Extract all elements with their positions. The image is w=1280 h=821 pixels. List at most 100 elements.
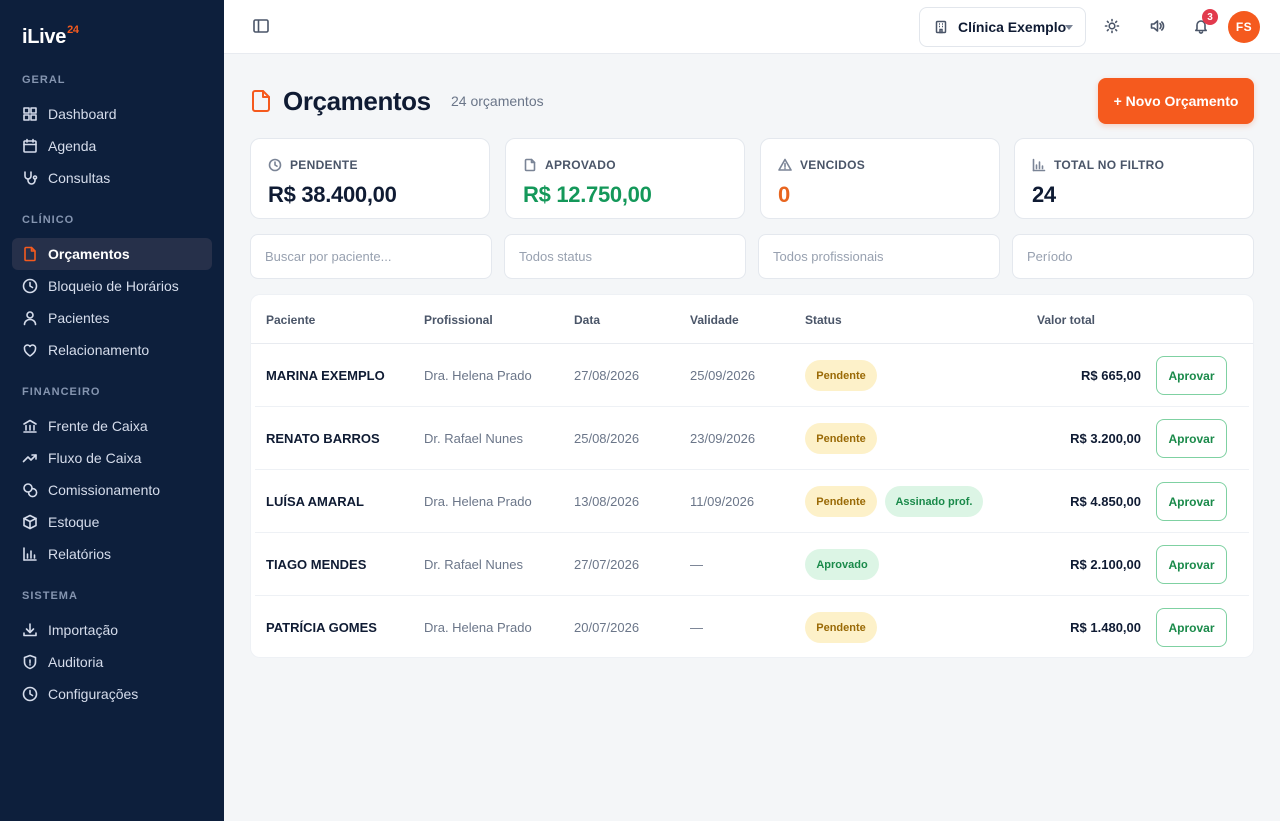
search-input[interactable] [265, 249, 491, 264]
bar-chart-icon [1032, 158, 1046, 172]
file-icon [22, 246, 38, 262]
validity: — [690, 620, 703, 635]
sidebar-item-label: Bloqueio de Horários [48, 278, 179, 294]
box-icon [22, 514, 38, 530]
stat-label: PENDENTE [290, 158, 358, 172]
stat-card-pendente: PENDENTE R$ 38.400,00 [250, 138, 490, 219]
professional-filter-value: Todos profissionais [773, 249, 884, 264]
table-row[interactable]: MARINA EXEMPLO Dra. Helena Prado 27/08/2… [251, 344, 1253, 407]
sidebar-item-label: Orçamentos [48, 246, 130, 262]
stat-value: R$ 12.750,00 [523, 182, 652, 207]
stat-card-aprovado: APROVADO R$ 12.750,00 [505, 138, 745, 219]
sidebar-item-dashboard[interactable]: Dashboard [12, 98, 212, 130]
building-icon [934, 20, 948, 34]
column-header-status[interactable]: Status [805, 313, 842, 327]
sidebar-item-auditoria[interactable]: Auditoria [12, 646, 212, 678]
signed-badge: Assinado prof. [885, 486, 983, 517]
status-badge: Aprovado [805, 549, 879, 580]
table-row[interactable]: PATRÍCIA GOMES Dra. Helena Prado 20/07/2… [251, 596, 1253, 657]
date: 27/08/2026 [574, 368, 640, 383]
sidebar-item-label: Relacionamento [48, 342, 150, 358]
patient-name: TIAGO MENDES [266, 557, 367, 572]
sidebar-item-agenda[interactable]: Agenda [12, 130, 212, 162]
theme-toggle-sun-icon[interactable] [1104, 18, 1122, 36]
professional-name: Dr. Rafael Nunes [424, 557, 523, 572]
section-title-financeiro: FINANCEIRO [22, 386, 101, 398]
sidebar-item-label: Relatórios [48, 546, 112, 562]
approve-button[interactable]: Aprovar [1156, 608, 1227, 647]
sidebar-item-estoque[interactable]: Estoque [12, 506, 212, 538]
sidebar-item-label: Frente de Caixa [48, 418, 148, 434]
avatar[interactable]: FS [1228, 11, 1260, 43]
column-header-validade[interactable]: Validade [690, 313, 739, 327]
sidebar-toggle-icon[interactable] [252, 17, 270, 35]
chart-icon [22, 546, 38, 562]
sidebar-item-importacao[interactable]: Importação [12, 614, 212, 646]
sidebar-item-frente-de-caixa[interactable]: Frente de Caixa [12, 410, 212, 442]
sidebar-item-consultas[interactable]: Consultas [12, 162, 212, 194]
chevron-down-icon [1065, 25, 1073, 30]
sidebar-item-configuracoes[interactable]: Configurações [12, 678, 212, 710]
sidebar-item-fluxo-de-caixa[interactable]: Fluxo de Caixa [12, 442, 212, 474]
stat-card-vencidos: VENCIDOS 0 [760, 138, 1000, 219]
period-filter-select[interactable]: Período [1012, 234, 1254, 279]
column-header-paciente[interactable]: Paciente [266, 313, 315, 327]
stat-label: APROVADO [545, 158, 616, 172]
approve-button[interactable]: Aprovar [1156, 419, 1227, 458]
bank-icon [22, 418, 38, 434]
date: 20/07/2026 [574, 620, 640, 635]
approve-button[interactable]: Aprovar [1156, 356, 1227, 395]
heart-icon [22, 342, 38, 358]
clinic-select[interactable]: Clínica Exemplo [919, 7, 1086, 47]
stat-label-row: TOTAL NO FILTRO [1032, 158, 1164, 172]
table-row[interactable]: TIAGO MENDES Dr. Rafael Nunes 27/07/2026… [251, 533, 1253, 596]
professional-name: Dra. Helena Prado [424, 620, 532, 635]
speaker-icon[interactable] [1149, 18, 1167, 36]
new-budget-button[interactable]: + Novo Orçamento [1098, 78, 1254, 124]
approve-button[interactable]: Aprovar [1156, 482, 1227, 521]
sidebar-item-label: Comissionamento [48, 482, 161, 498]
sidebar-item-label: Estoque [48, 514, 100, 530]
table-row[interactable]: LUÍSA AMARAL Dra. Helena Prado 13/08/202… [251, 470, 1253, 533]
professional-name: Dra. Helena Prado [424, 368, 532, 383]
sidebar-item-label: Importação [48, 622, 119, 638]
warning-icon [778, 158, 792, 171]
column-header-data[interactable]: Data [574, 313, 600, 327]
search-field[interactable] [250, 234, 492, 279]
approve-button[interactable]: Aprovar [1156, 545, 1227, 584]
status-filter-select[interactable]: Todos status [504, 234, 746, 279]
sidebar-item-pacientes[interactable]: Pacientes [12, 302, 212, 334]
sidebar-item-comissionamento[interactable]: Comissionamento [12, 474, 212, 506]
stat-label: VENCIDOS [800, 158, 866, 172]
section-title-geral: GERAL [22, 74, 66, 86]
dashboard-icon [22, 106, 38, 122]
stethoscope-icon [22, 170, 38, 186]
app-logo[interactable]: iLive24 [22, 24, 79, 49]
page-title: Orçamentos [283, 86, 431, 116]
stat-label-row: VENCIDOS [778, 158, 865, 172]
stat-label: TOTAL NO FILTRO [1054, 158, 1165, 172]
column-header-profissional[interactable]: Profissional [424, 313, 493, 327]
user-icon [22, 310, 38, 326]
sidebar-item-label: Auditoria [48, 654, 104, 670]
professional-filter-select[interactable]: Todos profissionais [758, 234, 1000, 279]
sidebar-item-orcamentos[interactable]: Orçamentos [12, 238, 212, 270]
sidebar-item-relacionamento[interactable]: Relacionamento [12, 334, 212, 366]
clock-icon [22, 686, 38, 702]
stat-label-row: APROVADO [523, 158, 616, 172]
column-header-valor-total[interactable]: Valor total [1037, 313, 1095, 327]
validity: 11/09/2026 [690, 494, 755, 509]
validity: 25/09/2026 [690, 368, 756, 383]
date: 27/07/2026 [574, 557, 640, 572]
patient-name: MARINA EXEMPLO [266, 368, 385, 383]
total-value: R$ 665,00 [1081, 368, 1141, 383]
table-row[interactable]: RENATO BARROS Dr. Rafael Nunes 25/08/202… [251, 407, 1253, 470]
shield-icon [22, 654, 38, 670]
status-filter-value: Todos status [519, 249, 592, 264]
sidebar-item-bloqueio-de-horarios[interactable]: Bloqueio de Horários [12, 270, 212, 302]
total-value: R$ 3.200,00 [1070, 431, 1141, 446]
logo-text: iLive [22, 26, 67, 48]
period-filter-value: Período [1027, 249, 1073, 264]
sidebar-item-relatorios[interactable]: Relatórios [12, 538, 212, 570]
professional-name: Dr. Rafael Nunes [424, 431, 523, 446]
